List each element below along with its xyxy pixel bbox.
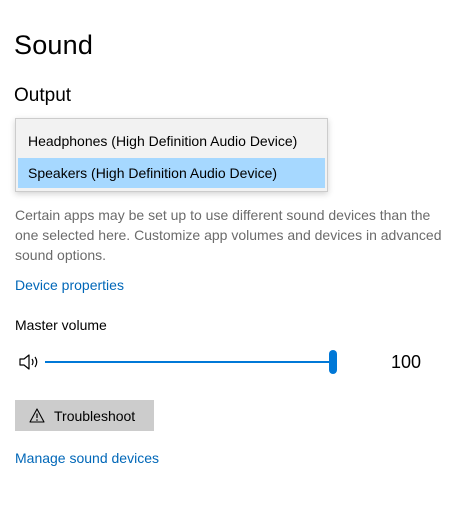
dropdown-option-headphones[interactable]: Headphones (High Definition Audio Device…: [18, 126, 325, 156]
master-volume-slider[interactable]: [45, 350, 343, 374]
device-properties-link[interactable]: Device properties: [15, 277, 124, 293]
page-title: Sound: [14, 30, 94, 60]
output-section-title: Output: [14, 85, 72, 106]
warning-icon: [29, 408, 45, 423]
speaker-icon[interactable]: [18, 353, 40, 371]
dropdown-option-speakers[interactable]: Speakers (High Definition Audio Device): [18, 158, 325, 188]
output-device-dropdown-list[interactable]: Headphones (High Definition Audio Device…: [15, 118, 328, 192]
slider-fill: [45, 361, 329, 363]
volume-value: 100: [391, 352, 422, 372]
master-volume-label: Master volume: [15, 317, 107, 333]
sound-settings-page: Sound Output Headphones (High Definition…: [0, 0, 466, 509]
slider-thumb[interactable]: [329, 350, 337, 374]
manage-sound-devices-link[interactable]: Manage sound devices: [15, 450, 159, 466]
output-description: Certain apps may be set up to use differ…: [15, 207, 442, 263]
troubleshoot-button[interactable]: Troubleshoot: [15, 400, 154, 431]
troubleshoot-label: Troubleshoot: [54, 407, 136, 424]
